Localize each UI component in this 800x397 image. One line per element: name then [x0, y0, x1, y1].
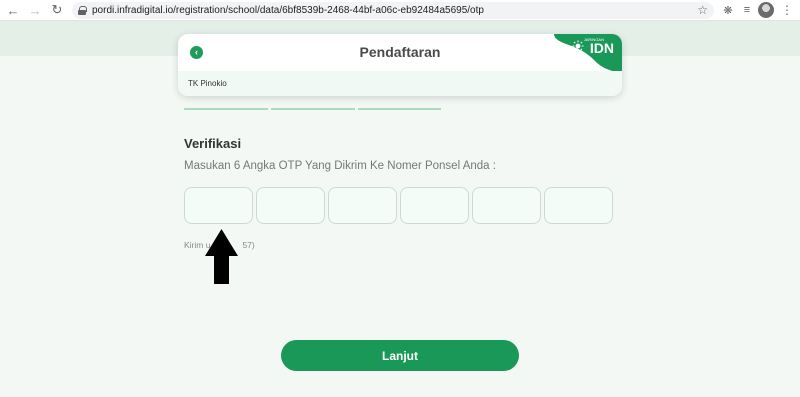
progress-step	[358, 108, 441, 110]
lock-icon[interactable]	[78, 6, 87, 15]
url-text: pordi.infradigital.io/registration/schoo…	[92, 5, 484, 16]
back-icon[interactable]: ←	[4, 1, 22, 19]
address-bar[interactable]: pordi.infradigital.io/registration/schoo…	[72, 2, 714, 19]
reload-icon[interactable]: ↻	[48, 1, 66, 19]
otp-instruction: Masukan 6 Angka OTP Yang Dikrim Ke Nomer…	[184, 160, 496, 172]
otp-digit-input[interactable]	[184, 187, 253, 224]
school-row: TK Pinokio	[178, 71, 622, 96]
browser-toolbar: ← → ↻ pordi.infradigital.io/registration…	[0, 0, 800, 21]
submit-button[interactable]: Lanjut	[281, 340, 519, 371]
progress-step	[184, 108, 268, 110]
badge-text: IDN	[589, 40, 614, 56]
sun-logo-icon	[572, 40, 584, 52]
star-icon[interactable]: ☆	[697, 3, 708, 17]
progress-step	[271, 108, 355, 110]
otp-digit-input[interactable]	[256, 187, 325, 224]
section-title: Verifikasi	[184, 136, 242, 151]
school-name: TK Pinokio	[188, 79, 227, 88]
media-icon[interactable]: ≡	[739, 2, 755, 18]
extensions-icon[interactable]: ❋	[720, 2, 736, 18]
profile-avatar[interactable]	[758, 2, 774, 18]
otp-digit-input[interactable]	[544, 187, 613, 224]
forward-icon[interactable]: →	[26, 1, 44, 19]
resend-suffix: 57)	[242, 240, 255, 250]
otp-digit-input[interactable]	[400, 187, 469, 224]
otp-digit-input[interactable]	[328, 187, 397, 224]
up-arrow-annotation-icon	[205, 229, 238, 284]
otp-digit-input[interactable]	[472, 187, 541, 224]
header-card: ‹ Pendaftaran JARINGAN IDN TK Pinokio	[178, 34, 622, 96]
menu-icon[interactable]: ⋮	[779, 2, 795, 18]
